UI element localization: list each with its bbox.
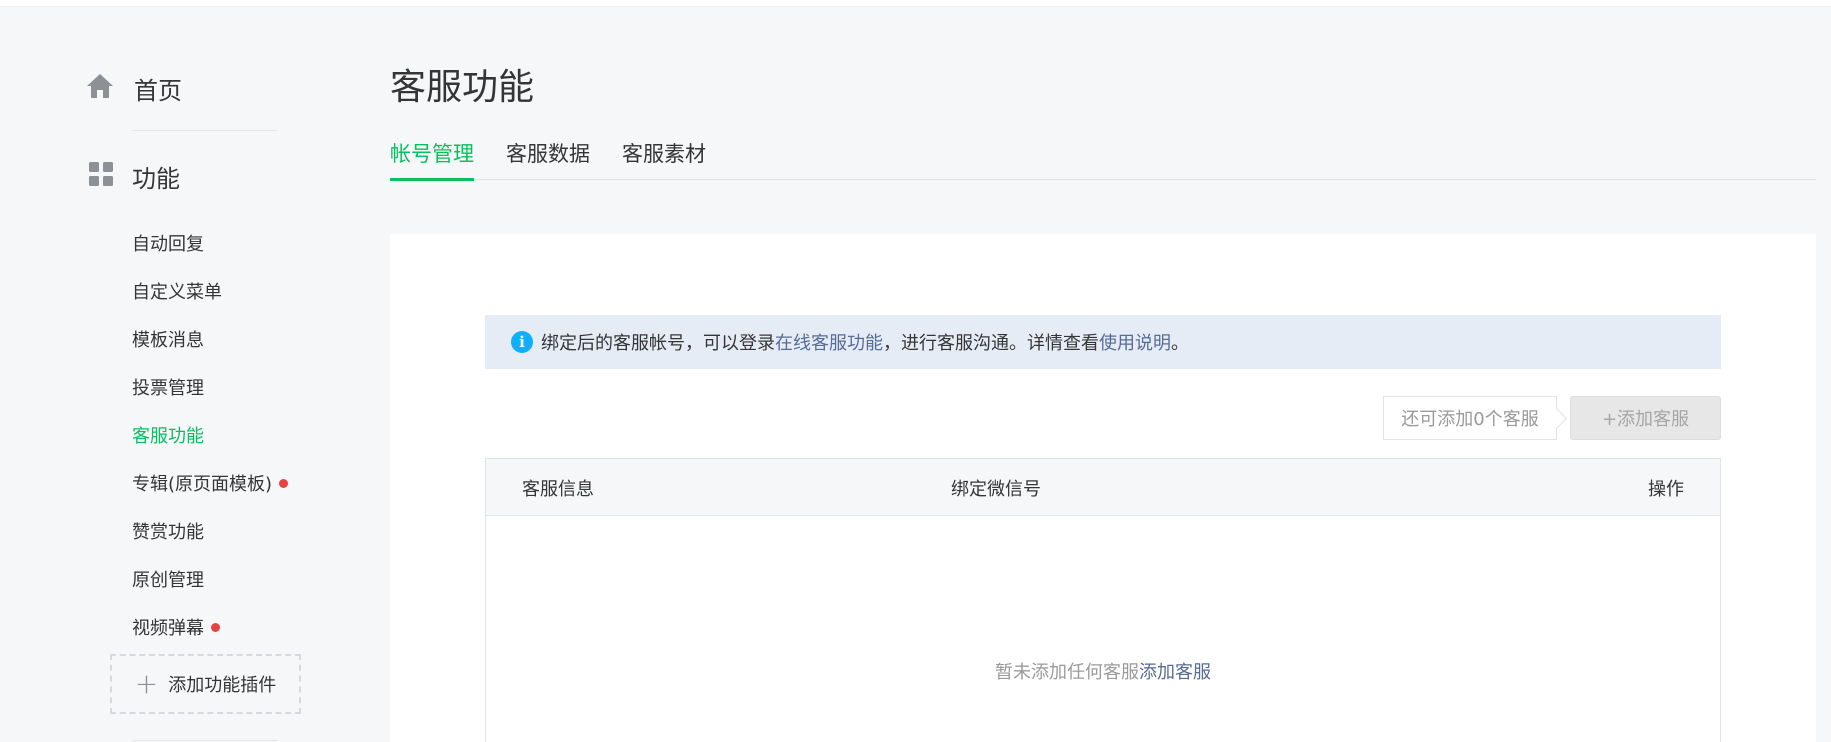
empty-state-text: 暂未添加任何客服 [995,662,1139,683]
new-badge-dot [279,478,289,488]
online-service-link[interactable]: 在线客服功能 [775,329,883,355]
nav-divider [132,130,277,131]
sidebar-item-reward[interactable]: 赞赏功能 [132,507,288,555]
plus-icon: + [134,667,159,700]
table-header: 客服信息 绑定微信号 操作 [486,459,1720,516]
column-header-actions: 操作 [1648,479,1684,500]
function-submenu: 自动回复 自定义菜单 模板消息 投票管理 客服功能 专辑(原页面模板) 赞赏功能… [132,219,289,651]
notice-text: 绑定后的客服帐号，可以登录 [541,333,775,354]
nav-home[interactable]: 首页 [86,70,182,106]
tab-service-data[interactable]: 客服数据 [506,138,590,180]
sidebar-item-album[interactable]: 专辑(原页面模板) [132,459,289,507]
sidebar-item-original-management[interactable]: 原创管理 [132,555,288,603]
sidebar-item-video-danmaku[interactable]: 视频弹幕 [132,603,288,651]
grid-icon [88,161,114,191]
nav-functions-label: 功能 [132,164,180,193]
quota-tooltip: 还可添加0个客服 [1383,396,1557,440]
page-title: 客服功能 [390,67,535,108]
column-header-wechat: 绑定微信号 [951,479,1041,500]
notice-text: 。 [1171,333,1189,354]
add-plugin-label: 添加功能插件 [168,675,277,696]
empty-state: 暂未添加任何客服添加客服 [486,658,1720,684]
content-card: i 绑定后的客服帐号，可以登录 在线客服功能 ，进行客服沟通。详情查看 使用说明… [390,234,1816,742]
sidebar-item-customer-service[interactable]: 客服功能 [132,411,288,459]
sidebar-item-label: 自动回复 [132,234,204,255]
nav-home-label: 首页 [134,76,182,105]
usage-guide-link[interactable]: 使用说明 [1099,329,1171,355]
sidebar-item-label: 原创管理 [132,570,204,591]
sidebar-item-label: 投票管理 [132,378,204,399]
sidebar-item-label: 模板消息 [132,330,204,351]
tab-account-management[interactable]: 帐号管理 [390,138,474,181]
sidebar-item-template-message[interactable]: 模板消息 [132,315,288,363]
add-service-link[interactable]: 添加客服 [1139,662,1211,683]
info-notice: i 绑定后的客服帐号，可以登录 在线客服功能 ，进行客服沟通。详情查看 使用说明… [485,315,1721,369]
info-icon: i [511,331,533,353]
sidebar-item-label: 视频弹幕 [132,618,204,639]
new-badge-dot [211,622,220,632]
sidebar-item-auto-reply[interactable]: 自动回复 [132,219,288,267]
service-table: 客服信息 绑定微信号 操作 暂未添加任何客服添加客服 [485,458,1721,742]
nav-functions[interactable]: 功能 [88,158,180,194]
add-plugin-button[interactable]: + 添加功能插件 [110,654,301,714]
nav-divider [132,740,277,741]
sidebar-item-label: 专辑(原页面模板) [132,474,273,495]
sidebar-item-custom-menu[interactable]: 自定义菜单 [132,267,288,315]
add-service-button[interactable]: +添加客服 [1570,396,1721,440]
column-header-info: 客服信息 [522,479,594,500]
sidebar-item-vote-management[interactable]: 投票管理 [132,363,288,411]
sidebar: 首页 功能 自动回复 自定义菜单 模板消息 投票管理 客服功能 专辑(原页面模板… [0,0,360,742]
tab-service-material[interactable]: 客服素材 [622,138,706,180]
sidebar-item-label: 赞赏功能 [132,522,204,543]
notice-text: ，进行客服沟通。详情查看 [883,333,1099,354]
sidebar-item-label: 客服功能 [132,426,204,447]
sidebar-item-label: 自定义菜单 [132,282,222,303]
home-icon [86,73,114,103]
tab-bar: 帐号管理 客服数据 客服素材 [390,138,1816,181]
